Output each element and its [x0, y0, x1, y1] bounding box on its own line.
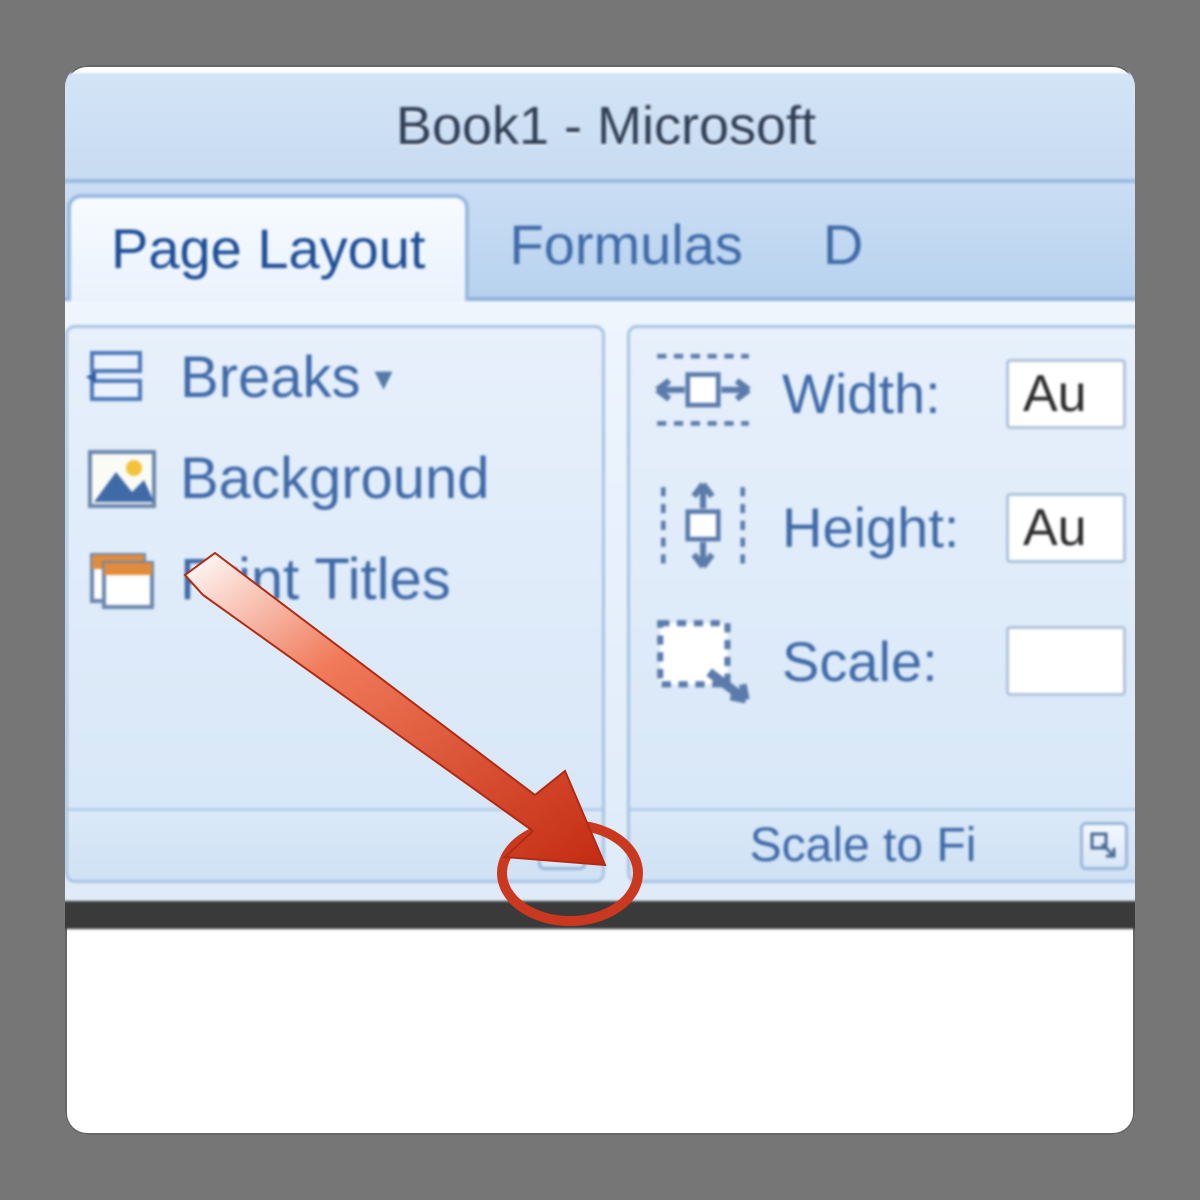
- scale-row: Scale:: [648, 611, 1126, 711]
- scale-icon: [648, 611, 758, 711]
- excel-window: Book1 - Microsoft Page Layout Formulas D: [65, 73, 1135, 1135]
- breaks-button[interactable]: Breaks ▾: [86, 344, 584, 411]
- print-titles-button[interactable]: Print Titles: [86, 546, 584, 613]
- tab-data[interactable]: D: [783, 194, 903, 297]
- group-scale-to-fit-label: Scale to Fi: [630, 808, 1135, 880]
- scale-value-field[interactable]: [1006, 626, 1126, 696]
- height-label: Height:: [782, 495, 982, 560]
- breaks-label: Breaks: [180, 344, 361, 411]
- height-row: Height: Au: [648, 478, 1126, 578]
- width-value-field[interactable]: Au: [1006, 359, 1126, 429]
- width-row: Width: Au: [648, 344, 1126, 444]
- group-page-setup: Breaks ▾ Backgrou: [65, 325, 605, 883]
- print-titles-label: Print Titles: [180, 546, 451, 613]
- ribbon-tabs: Page Layout Formulas D: [65, 183, 1135, 301]
- chevron-down-icon: ▾: [375, 357, 393, 399]
- height-icon: [648, 478, 758, 578]
- window-title: Book1 - Microsoft: [396, 95, 816, 157]
- scale-label: Scale:: [782, 629, 982, 694]
- width-icon: [648, 344, 758, 444]
- background-label: Background: [180, 445, 490, 512]
- group-scale-to-fit: Width: Au Hei: [627, 325, 1135, 883]
- background-icon: [86, 448, 158, 510]
- tab-page-layout[interactable]: Page Layout: [67, 194, 469, 301]
- screenshot-frame: Book1 - Microsoft Page Layout Formulas D: [65, 65, 1135, 1135]
- scale-to-fit-dialog-launcher[interactable]: [1080, 822, 1128, 870]
- tab-formulas[interactable]: Formulas: [469, 194, 782, 297]
- background-button[interactable]: Background: [86, 445, 584, 512]
- print-titles-icon: [86, 549, 158, 611]
- group-page-setup-label: [68, 808, 602, 880]
- height-value-field[interactable]: Au: [1006, 493, 1126, 563]
- titlebar: Book1 - Microsoft: [65, 73, 1135, 183]
- width-label: Width:: [782, 361, 982, 426]
- ribbon-bottom-shadow: [65, 901, 1135, 929]
- breaks-icon: [86, 347, 158, 409]
- page-setup-dialog-launcher[interactable]: [538, 822, 586, 870]
- ribbon-body: Breaks ▾ Backgrou: [65, 301, 1135, 901]
